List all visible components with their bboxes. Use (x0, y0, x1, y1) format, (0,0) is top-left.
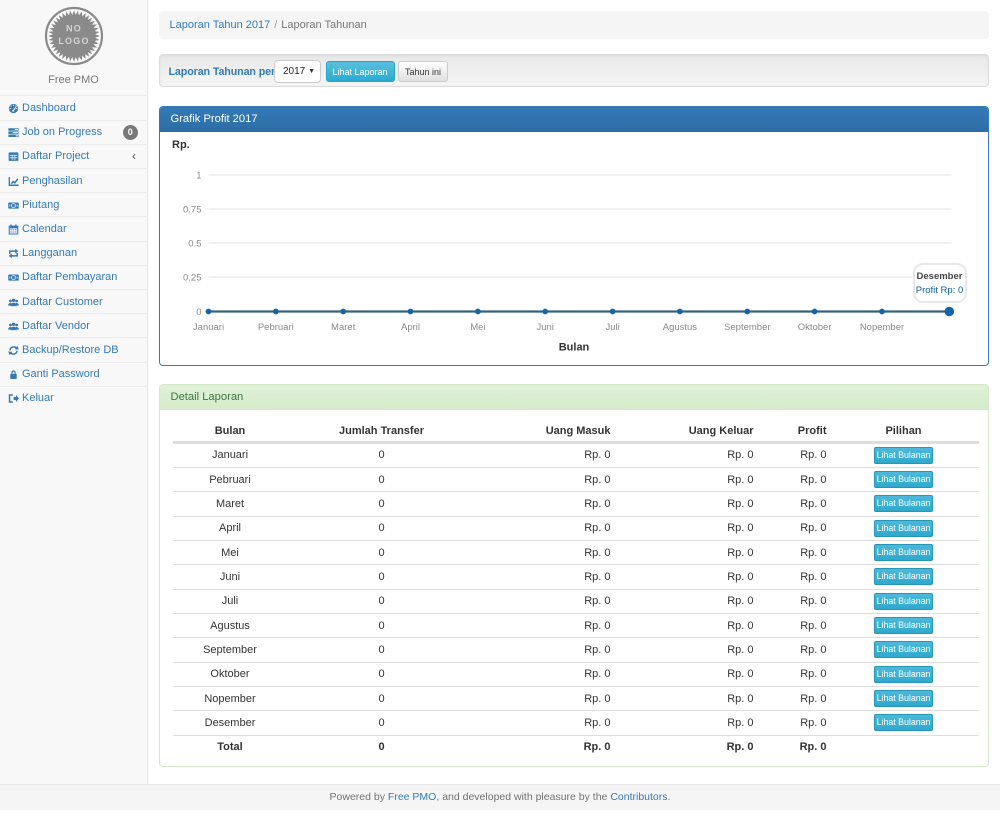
svg-text:Oktober: Oktober (797, 322, 831, 333)
svg-text:Mei: Mei (470, 322, 485, 333)
svg-text:1: 1 (196, 171, 201, 182)
svg-text:September: September (724, 322, 770, 333)
svg-text:Januari: Januari (192, 322, 223, 333)
svg-text:Juli: Juli (605, 322, 619, 333)
svg-text:0.25: 0.25 (183, 273, 202, 284)
svg-text:Agustus: Agustus (662, 322, 697, 333)
svg-text:LOGO: LOGO (58, 36, 89, 46)
svg-text:Rp.: Rp. (172, 139, 190, 151)
svg-text:NO: NO (66, 24, 82, 34)
svg-text:Pebruari: Pebruari (257, 322, 293, 333)
svg-text:Nopember: Nopember (859, 322, 903, 333)
svg-text:0.75: 0.75 (183, 205, 202, 216)
svg-text:April: April (400, 322, 419, 333)
svg-text:Bulan: Bulan (558, 342, 589, 354)
svg-text:Juni: Juni (536, 322, 553, 333)
svg-text:0.5: 0.5 (188, 239, 201, 250)
svg-text:Maret: Maret (331, 322, 356, 333)
svg-text:0: 0 (196, 307, 201, 318)
